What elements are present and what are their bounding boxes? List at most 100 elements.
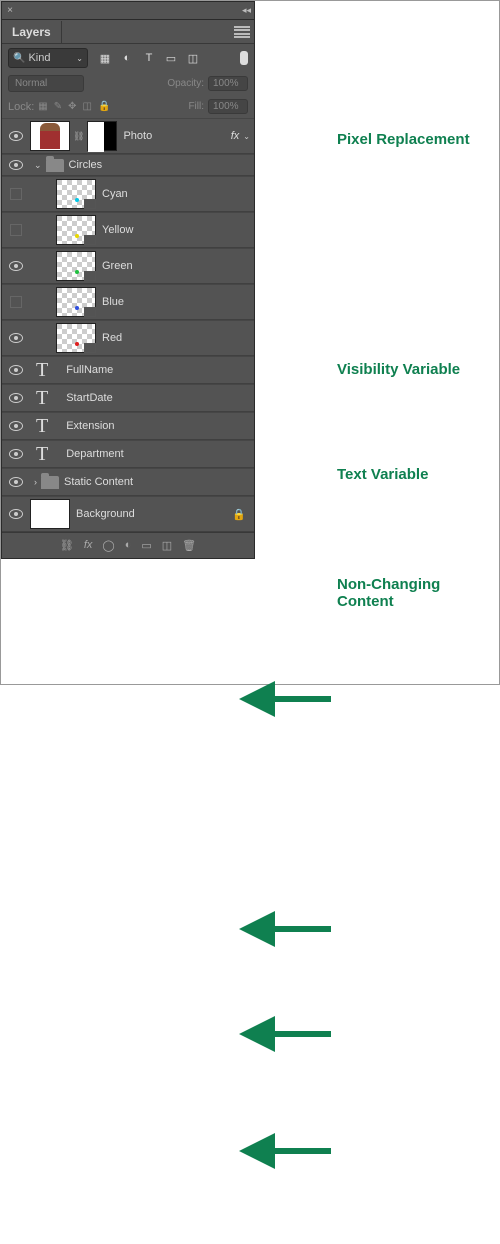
filter-kind-dropdown[interactable]: 🔍 Kind ⌄	[8, 48, 88, 68]
layer-name[interactable]: Department	[48, 448, 254, 460]
annotation-nonchanging: Non-Changing Content	[337, 576, 477, 610]
layer-thumbnail[interactable]	[30, 499, 70, 529]
layer-thumbnail[interactable]	[56, 287, 96, 317]
lock-label: Lock:	[8, 101, 34, 113]
filter-toggle[interactable]	[240, 51, 248, 65]
layer-name[interactable]: Yellow	[96, 224, 254, 236]
lock-position-icon[interactable]: ✥	[68, 101, 76, 112]
layer-thumbnail[interactable]	[56, 215, 96, 245]
layer-mask-thumbnail[interactable]	[87, 121, 117, 151]
collapse-icon[interactable]: ◂◂	[242, 5, 251, 16]
group-expand-icon[interactable]: ⌄	[34, 160, 42, 171]
filter-type-icons: ▦ ◐ T ▭ ◫	[98, 51, 200, 65]
new-layer-icon[interactable]: ◫	[162, 539, 172, 552]
lock-transparent-icon[interactable]: ▦	[38, 101, 47, 112]
type-layer-icon: T	[36, 415, 48, 438]
filter-smartobj-icon[interactable]: ◫	[186, 51, 200, 65]
fx-expand-icon[interactable]: ⌄	[243, 132, 250, 141]
link-mask-icon[interactable]: ⛓	[73, 131, 84, 142]
lock-row: Lock: ▦ ✎ ✥ ◫ 🔒 Fill: 100%	[2, 95, 254, 118]
filter-adjustment-icon[interactable]: ◐	[120, 51, 134, 65]
visibility-toggle[interactable]	[9, 365, 23, 375]
visibility-toggle[interactable]	[9, 477, 23, 487]
layer-group-static[interactable]: › Static Content	[2, 468, 254, 496]
filter-pixel-icon[interactable]: ▦	[98, 51, 112, 65]
tab-layers[interactable]: Layers	[2, 21, 62, 43]
layer-thumbnail[interactable]	[56, 179, 96, 209]
visibility-toggle[interactable]	[9, 421, 23, 431]
visibility-toggle[interactable]	[10, 188, 22, 200]
layer-thumbnail[interactable]	[56, 251, 96, 281]
blend-mode-row: Normal Opacity: 100%	[2, 72, 254, 95]
layer-circle[interactable]: Blue	[2, 284, 254, 320]
layer-name[interactable]: Cyan	[96, 188, 254, 200]
lock-icon[interactable]: 🔒	[232, 508, 246, 521]
type-layer-icon: T	[36, 359, 48, 382]
layer-name[interactable]: Circles	[67, 159, 254, 171]
blend-mode-dropdown[interactable]: Normal	[8, 75, 84, 92]
layer-name[interactable]: Red	[96, 332, 254, 344]
visibility-toggle[interactable]	[9, 131, 23, 141]
visibility-toggle[interactable]	[9, 160, 23, 170]
lock-image-icon[interactable]: ✎	[54, 101, 62, 112]
lock-icons: ▦ ✎ ✥ ◫ 🔒	[38, 101, 110, 112]
layer-name[interactable]: Extension	[48, 420, 254, 432]
layer-thumbnail[interactable]	[30, 121, 70, 151]
layer-circle[interactable]: Red	[2, 320, 254, 356]
layers-panel: × ◂◂ Layers 🔍 Kind ⌄ ▦ ◐ T ▭ ◫ Normal Op…	[1, 1, 255, 559]
layer-name[interactable]: Static Content	[62, 476, 254, 488]
layer-thumbnail[interactable]	[56, 323, 96, 353]
visibility-toggle[interactable]	[9, 261, 23, 271]
lock-all-icon[interactable]: 🔒	[98, 101, 110, 112]
add-adjustment-icon[interactable]: ◐	[125, 539, 132, 552]
layer-background[interactable]: Background 🔒	[2, 496, 254, 532]
visibility-toggle[interactable]	[9, 449, 23, 459]
layer-name[interactable]: StartDate	[48, 392, 254, 404]
delete-layer-icon[interactable]: 🗑	[182, 539, 196, 552]
layer-circle[interactable]: Cyan	[2, 176, 254, 212]
layer-name[interactable]: Blue	[96, 296, 254, 308]
type-layer-icon: T	[36, 443, 48, 466]
panel-footer: ⛓ fx ◯ ◐ ▭ ◫ 🗑	[2, 532, 254, 558]
visibility-toggle[interactable]	[9, 393, 23, 403]
layer-photo[interactable]: ⛓ Photo fx ⌄	[2, 118, 254, 154]
link-layers-icon[interactable]: ⛓	[60, 539, 74, 552]
lock-artboard-icon[interactable]: ◫	[83, 101, 92, 112]
new-group-icon[interactable]: ▭	[141, 539, 151, 552]
layer-name[interactable]: Green	[96, 260, 254, 272]
panel-menu-icon[interactable]	[234, 26, 250, 38]
layer-circle[interactable]: Green	[2, 248, 254, 284]
layer-circle[interactable]: Yellow	[2, 212, 254, 248]
opacity-input[interactable]: 100%	[208, 76, 248, 91]
visibility-toggle[interactable]	[10, 224, 22, 236]
close-icon[interactable]: ×	[2, 5, 18, 16]
layer-name[interactable]: Photo	[117, 130, 230, 142]
add-mask-icon[interactable]: ◯	[102, 539, 114, 552]
layer-text[interactable]: T Department	[2, 440, 254, 468]
add-fx-icon[interactable]: fx	[84, 539, 93, 552]
folder-icon	[46, 159, 64, 172]
layer-name[interactable]: Background	[70, 508, 232, 520]
visibility-toggle[interactable]	[9, 333, 23, 343]
filter-type-icon[interactable]: T	[142, 51, 156, 65]
annotation-visibility: Visibility Variable	[337, 361, 460, 378]
folder-icon	[41, 476, 59, 489]
fill-label: Fill:	[188, 101, 204, 112]
search-icon: 🔍	[13, 53, 25, 64]
annotation-text: Text Variable	[337, 466, 428, 483]
filter-shape-icon[interactable]: ▭	[164, 51, 178, 65]
annotation-pixel: Pixel Replacement	[337, 131, 470, 148]
fill-input[interactable]: 100%	[208, 99, 248, 114]
kind-label: Kind	[28, 52, 50, 64]
layer-group-circles[interactable]: ⌄ Circles	[2, 154, 254, 176]
visibility-toggle[interactable]	[10, 296, 22, 308]
visibility-toggle[interactable]	[9, 509, 23, 519]
layer-text[interactable]: T FullName	[2, 356, 254, 384]
panel-titlebar: × ◂◂	[2, 2, 254, 20]
fx-badge[interactable]: fx	[231, 130, 240, 142]
opacity-label: Opacity:	[167, 78, 204, 89]
layer-text[interactable]: T Extension	[2, 412, 254, 440]
layer-text[interactable]: T StartDate	[2, 384, 254, 412]
layer-name[interactable]: FullName	[48, 364, 254, 376]
group-expand-icon[interactable]: ›	[34, 477, 37, 487]
